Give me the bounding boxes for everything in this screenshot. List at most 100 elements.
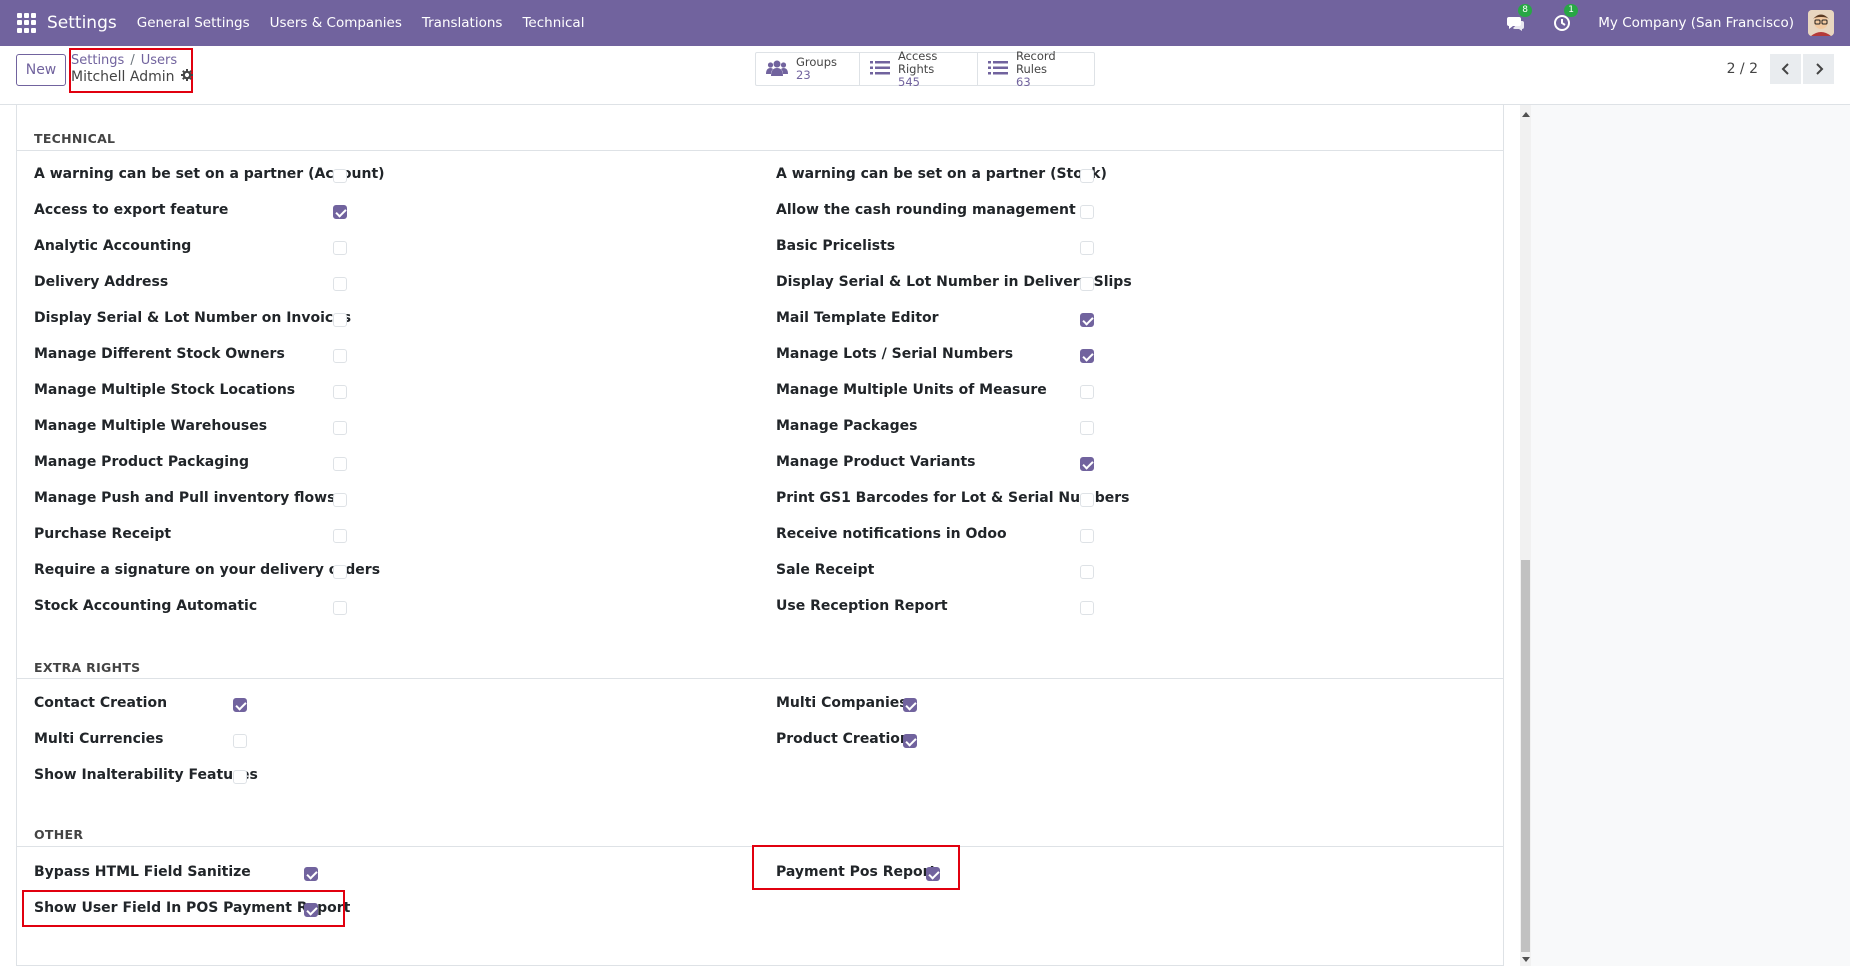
breadcrumb: Settings / Users [71, 53, 178, 68]
list-icon [870, 60, 890, 79]
pager-value[interactable]: 2 / 2 [1727, 61, 1758, 77]
checkbox-use-reception-report[interactable] [1080, 601, 1094, 615]
list-icon [988, 60, 1008, 79]
chevron-left-icon [1781, 60, 1791, 79]
breadcrumb-settings[interactable]: Settings [71, 53, 124, 68]
gear-icon[interactable] [180, 69, 193, 85]
group-title-other: OTHER [34, 827, 84, 842]
pager-previous-button[interactable] [1770, 54, 1801, 84]
field-label-product-creation: Product Creation [776, 731, 910, 747]
menu-users-companies[interactable]: Users & Companies [270, 15, 402, 31]
breadcrumb-users[interactable]: Users [141, 53, 177, 68]
new-button[interactable]: New [16, 54, 66, 86]
activity-clock-icon[interactable]: 1 [1552, 4, 1579, 33]
checkbox-a-warning-can-be-set-on-a-partner-account[interactable] [333, 169, 347, 183]
field-label-sale-receipt: Sale Receipt [776, 562, 875, 578]
checkbox-product-creation[interactable] [903, 734, 917, 748]
checkbox-delivery-address[interactable] [333, 277, 347, 291]
checkbox-manage-product-packaging[interactable] [333, 457, 347, 471]
field-label-manage-multiple-warehouses: Manage Multiple Warehouses [34, 418, 268, 434]
users-icon [766, 59, 788, 80]
checkbox-manage-packages[interactable] [1080, 421, 1094, 435]
field-label-manage-push-and-pull-inventory-flows: Manage Push and Pull inventory flows [34, 490, 336, 506]
chevron-right-icon [1814, 60, 1824, 79]
app-brand[interactable]: Settings [47, 13, 117, 33]
menu-technical[interactable]: Technical [522, 15, 584, 31]
group-separator [17, 150, 1504, 151]
group-separator [17, 678, 1504, 679]
field-label-contact-creation: Contact Creation [34, 695, 168, 711]
checkbox-manage-push-and-pull-inventory-flows[interactable] [333, 493, 347, 507]
user-avatar[interactable] [1808, 10, 1834, 36]
field-label-stock-accounting-automatic: Stock Accounting Automatic [34, 598, 258, 614]
scroll-up-arrow-icon[interactable] [1521, 109, 1530, 119]
menu-translations[interactable]: Translations [422, 15, 503, 31]
checkbox-bypass-html-field-sanitize[interactable] [304, 867, 318, 881]
field-label-allow-the-cash-rounding-management: Allow the cash rounding management [776, 202, 1076, 218]
field-label-use-reception-report: Use Reception Report [776, 598, 948, 614]
field-label-manage-multiple-units-of-measure: Manage Multiple Units of Measure [776, 382, 1047, 398]
checkbox-manage-multiple-stock-locations[interactable] [333, 385, 347, 399]
field-label-manage-different-stock-owners: Manage Different Stock Owners [34, 346, 285, 362]
field-label-basic-pricelists: Basic Pricelists [776, 238, 896, 254]
company-switcher[interactable]: My Company (San Francisco) [1598, 15, 1794, 31]
vertical-scrollbar[interactable] [1520, 105, 1531, 966]
checkbox-manage-multiple-warehouses[interactable] [333, 421, 347, 435]
scrollbar-thumb[interactable] [1521, 560, 1530, 952]
apps-menu-icon[interactable] [17, 13, 37, 33]
checkbox-manage-lots-serial-numbers[interactable] [1080, 349, 1094, 363]
checkbox-sale-receipt[interactable] [1080, 565, 1094, 579]
field-label-multi-currencies: Multi Currencies [34, 731, 164, 747]
checkbox-basic-pricelists[interactable] [1080, 241, 1094, 255]
checkbox-access-to-export-feature[interactable] [333, 205, 347, 219]
record-rules-count: 63 [1016, 74, 1031, 89]
record-rules-label: Record Rules [1016, 48, 1056, 76]
field-label-manage-packages: Manage Packages [776, 418, 918, 434]
groups-stat-button[interactable]: Groups 23 [756, 53, 860, 85]
access-rights-stat-button[interactable]: Access Rights 545 [860, 48, 978, 88]
field-label-mail-template-editor: Mail Template Editor [776, 310, 939, 326]
scroll-down-arrow-icon[interactable] [1521, 954, 1530, 964]
checkbox-stock-accounting-automatic[interactable] [333, 601, 347, 615]
group-title-extra-rights: EXTRA RIGHTS [34, 660, 141, 675]
group-title-technical: TECHNICAL [34, 131, 116, 146]
menu-general-settings[interactable]: General Settings [137, 15, 250, 31]
field-label-multi-companies: Multi Companies [776, 695, 908, 711]
messages-icon[interactable]: 8 [1506, 4, 1533, 33]
checkbox-manage-different-stock-owners[interactable] [333, 349, 347, 363]
field-label-analytic-accounting: Analytic Accounting [34, 238, 192, 254]
checkbox-display-serial-lot-number-on-invoices[interactable] [333, 313, 347, 327]
checkbox-display-serial-lot-number-in-delivery-slips[interactable] [1080, 277, 1094, 291]
checkbox-print-gs1-barcodes-for-lot-serial-numbers[interactable] [1080, 493, 1094, 507]
control-panel: New Settings / Users Mitchell Admin Groups… [0, 46, 1850, 105]
record-name: Mitchell Admin [71, 69, 175, 85]
groups-count: 23 [796, 68, 811, 82]
field-label-purchase-receipt: Purchase Receipt [34, 526, 172, 542]
access-rights-count: 545 [898, 74, 920, 89]
checkbox-contact-creation[interactable] [233, 698, 247, 712]
pager-next-button[interactable] [1803, 54, 1834, 84]
form-sheet: TECHNICAL A warning can be set on a partn… [16, 105, 1504, 966]
checkbox-multi-companies[interactable] [903, 698, 917, 712]
field-label-access-to-export-feature: Access to export feature [34, 202, 229, 218]
checkbox-mail-template-editor[interactable] [1080, 313, 1094, 327]
field-label-require-a-signature-on-your-delivery-orders: Require a signature on your delivery ord… [34, 562, 381, 578]
access-rights-label: Access Rights [898, 48, 938, 76]
checkbox-purchase-receipt[interactable] [333, 529, 347, 543]
smart-buttons: Groups 23 Access Rights 545 Record Rules 63 [755, 48, 1095, 88]
field-label-receive-notifications-in-odoo: Receive notifications in Odoo [776, 526, 1007, 542]
field-label-bypass-html-field-sanitize: Bypass HTML Field Sanitize [34, 864, 251, 880]
chatter-area [1531, 105, 1850, 966]
checkbox-a-warning-can-be-set-on-a-partner-stock[interactable] [1080, 169, 1094, 183]
checkbox-multi-currencies[interactable] [233, 734, 247, 748]
pager: 2 / 2 [1727, 54, 1834, 84]
checkbox-manage-product-variants[interactable] [1080, 457, 1094, 471]
record-rules-stat-button[interactable]: Record Rules 63 [978, 48, 1094, 88]
record-title: Mitchell Admin [71, 69, 193, 85]
checkbox-show-inalterability-features[interactable] [233, 770, 247, 784]
checkbox-manage-multiple-units-of-measure[interactable] [1080, 385, 1094, 399]
checkbox-allow-the-cash-rounding-management[interactable] [1080, 205, 1094, 219]
checkbox-analytic-accounting[interactable] [333, 241, 347, 255]
checkbox-receive-notifications-in-odoo[interactable] [1080, 529, 1094, 543]
checkbox-require-a-signature-on-your-delivery-orders[interactable] [333, 565, 347, 579]
